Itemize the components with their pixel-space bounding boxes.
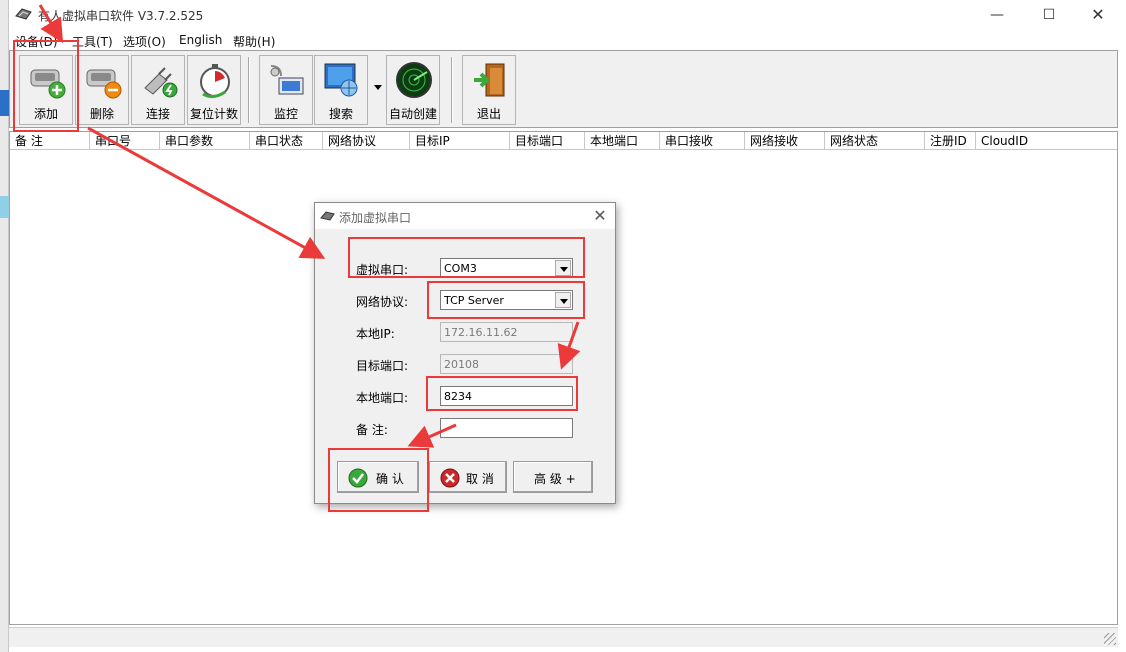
confirm-label: 确 认 (376, 472, 404, 486)
confirm-button[interactable]: 确 认 (337, 461, 419, 493)
local-port-field[interactable]: 8234 (440, 386, 573, 406)
add-label: 添加 (33, 107, 58, 121)
dialog-close-icon[interactable]: ✕ (591, 207, 609, 225)
exit-label: 退出 (476, 107, 501, 121)
app-icon (15, 8, 32, 20)
exit-door-icon (474, 63, 505, 97)
target-port-field: 20108 (440, 354, 573, 374)
exit-button[interactable]: 退出 (462, 55, 516, 125)
reset-timer-icon (200, 64, 230, 99)
toolbar-separator (248, 57, 250, 123)
minimize-button[interactable]: — (974, 0, 1020, 30)
col-reg-id[interactable]: 注册ID (925, 132, 976, 150)
col-target-ip[interactable]: 目标IP (410, 132, 510, 150)
reset-count-label: 复位计数 (189, 107, 238, 121)
col-cloud-id[interactable]: CloudID (976, 132, 1115, 150)
menu-tools[interactable]: 工具(T) (72, 33, 113, 50)
col-port-number[interactable]: 串口号 (90, 132, 160, 150)
dialog-title: 添加虚拟串口 (339, 211, 412, 225)
search-network-icon (324, 63, 358, 97)
connect-plug-icon (144, 67, 178, 98)
resize-grip[interactable] (1104, 633, 1116, 645)
chevron-down-icon[interactable] (555, 292, 571, 308)
delete-port-icon (86, 69, 122, 99)
protocol-select[interactable]: TCP Server (440, 290, 573, 310)
local-port-label: 本地端口: (356, 391, 409, 405)
auto-create-label: 自动创建 (388, 107, 437, 121)
cancel-x-icon (440, 468, 460, 488)
cancel-button[interactable]: 取 消 (429, 461, 507, 493)
background-highlight-2 (0, 196, 9, 218)
search-dropdown-icon[interactable] (374, 85, 382, 90)
status-bar (9, 627, 1118, 647)
radar-icon (396, 62, 432, 98)
cancel-label: 取 消 (466, 472, 494, 486)
col-note[interactable]: 备 注 (10, 132, 90, 150)
delete-label: 删除 (89, 107, 114, 121)
chevron-down-icon[interactable] (555, 260, 571, 276)
advanced-label: 高 级 + (534, 472, 576, 486)
target-port-label: 目标端口: (356, 359, 409, 373)
background-window-edge (0, 0, 9, 652)
toolbar: 添加 删除 连接 复位计数 监控 搜索 自动创建 退出 (9, 50, 1118, 128)
monitor-button[interactable]: 监控 (259, 55, 313, 125)
list-header: 备 注 串口号 串口参数 串口状态 网络协议 目标IP 目标端口 本地端口 串口… (10, 132, 1117, 150)
reset-count-button[interactable]: 复位计数 (187, 55, 241, 125)
connect-button[interactable]: 连接 (131, 55, 185, 125)
background-highlight (0, 90, 9, 116)
protocol-label: 网络协议: (356, 295, 409, 309)
title-bar: 有人虚拟串口软件 V3.7.2.525 — ☐ ✕ (9, 0, 1126, 30)
auto-create-button[interactable]: 自动创建 (386, 55, 440, 125)
menu-english[interactable]: English (179, 33, 222, 47)
protocol-value: TCP Server (444, 294, 504, 307)
col-local-port[interactable]: 本地端口 (585, 132, 660, 150)
toolbar-separator-2 (451, 57, 453, 123)
col-protocol[interactable]: 网络协议 (323, 132, 410, 150)
col-port-rx[interactable]: 串口接收 (660, 132, 745, 150)
monitor-satellite-icon (270, 65, 304, 95)
menu-help[interactable]: 帮助(H) (233, 33, 275, 50)
dialog-app-icon (320, 211, 335, 221)
window-title: 有人虚拟串口软件 V3.7.2.525 (38, 9, 204, 23)
local-ip-label: 本地IP: (356, 327, 395, 341)
add-virtual-port-dialog: 添加虚拟串口 ✕ 虚拟串口: COM3 网络协议: TCP Server 本地I… (314, 202, 616, 504)
virtual-port-select[interactable]: COM3 (440, 258, 573, 278)
connect-label: 连接 (145, 107, 170, 121)
col-port-status[interactable]: 串口状态 (250, 132, 323, 150)
check-icon (348, 468, 368, 488)
menu-options[interactable]: 选项(O) (123, 33, 166, 50)
add-button[interactable]: 添加 (19, 55, 73, 125)
virtual-port-value: COM3 (444, 262, 477, 275)
search-button[interactable]: 搜索 (314, 55, 368, 125)
menu-device[interactable]: 设备(D) (15, 33, 58, 50)
menu-bar: 设备(D) 工具(T) 选项(O) English 帮助(H) (9, 30, 1126, 50)
advanced-button[interactable]: 高 级 + (513, 461, 593, 493)
col-port-params[interactable]: 串口参数 (160, 132, 250, 150)
close-button[interactable]: ✕ (1075, 0, 1121, 30)
local-ip-field: 172.16.11.62 (440, 322, 573, 342)
virtual-port-label: 虚拟串口: (356, 263, 409, 277)
col-net-rx[interactable]: 网络接收 (745, 132, 825, 150)
dialog-title-bar: 添加虚拟串口 ✕ (315, 203, 615, 229)
note-field[interactable] (440, 418, 573, 438)
maximize-button[interactable]: ☐ (1026, 0, 1072, 30)
note-label: 备 注: (356, 423, 388, 437)
col-target-port[interactable]: 目标端口 (510, 132, 585, 150)
col-net-status[interactable]: 网络状态 (825, 132, 925, 150)
search-label: 搜索 (328, 107, 353, 121)
delete-button[interactable]: 删除 (75, 55, 129, 125)
monitor-label: 监控 (273, 107, 298, 121)
add-port-icon (30, 69, 66, 99)
